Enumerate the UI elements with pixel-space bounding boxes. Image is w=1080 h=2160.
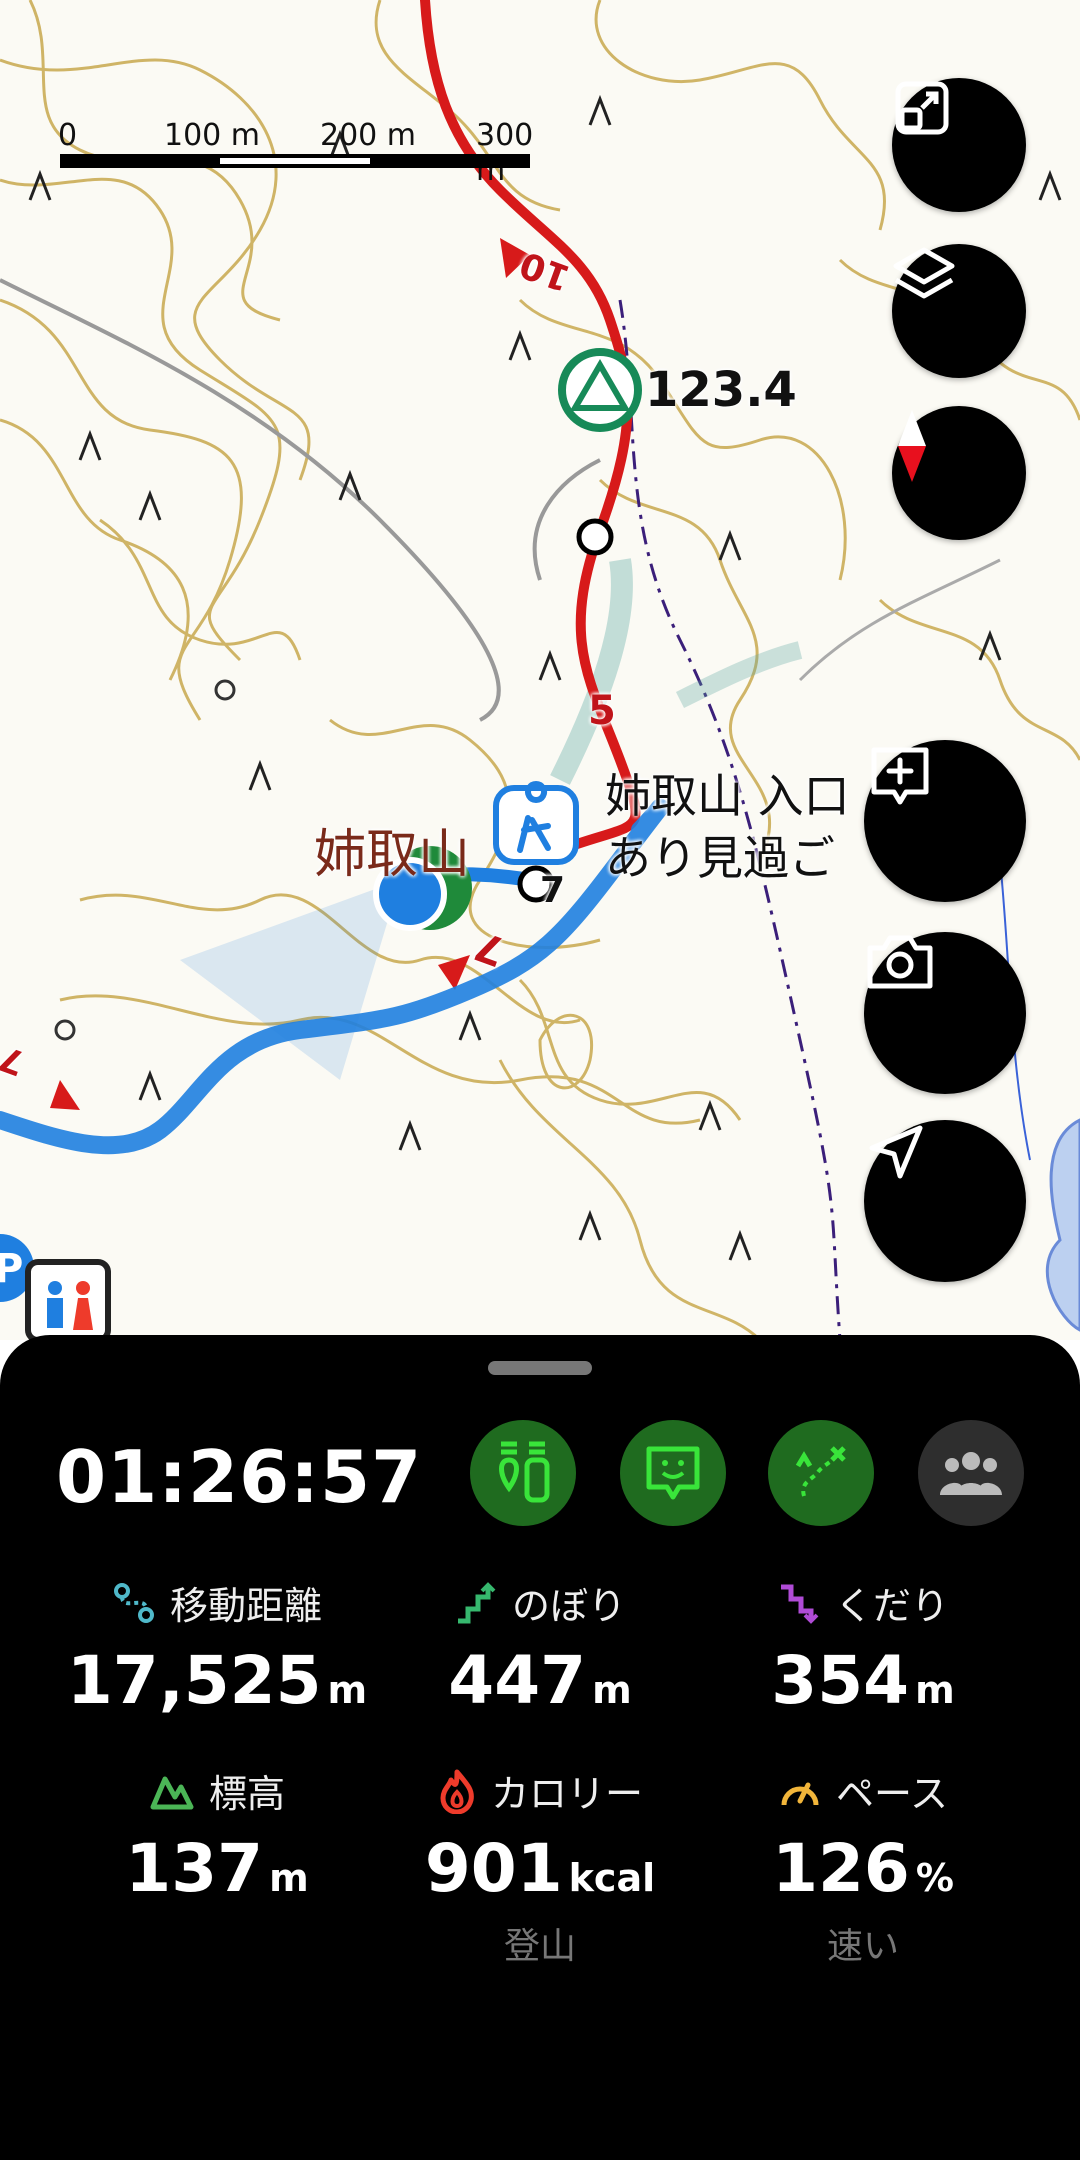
- flame-icon: [440, 1769, 474, 1814]
- descent-icon: [780, 1584, 819, 1624]
- gear-list-icon: [499, 1441, 550, 1503]
- smiley-bubble-icon: [646, 1446, 700, 1500]
- stat-ascent-label: のぼり: [511, 1584, 626, 1628]
- stat-pace-unit: %: [915, 1856, 954, 1900]
- stat-descent-value: 354: [771, 1642, 910, 1719]
- add-memo-icon: [871, 747, 929, 805]
- expand-arrows-icon: [895, 81, 949, 135]
- stat-pace-speed: 速い: [826, 1926, 899, 1967]
- route-button[interactable]: [768, 1420, 874, 1526]
- stat-calories: カロリー 901 kcal 登山: [375, 1763, 705, 1969]
- place-label: 姉取山: [314, 825, 471, 885]
- map-view[interactable]: P 0 100 m 200 m 300 m 123.4 10 5 7 7 姉取山…: [0, 0, 1080, 1340]
- route-icon: [113, 1582, 154, 1623]
- trail-marker-5: 5: [588, 688, 616, 734]
- compass-icon: [898, 410, 926, 482]
- stat-elevation: 標高 137 m: [52, 1763, 382, 1907]
- stat-distance-label: 移動距離: [169, 1584, 322, 1628]
- stat-pace-label: ペース: [835, 1772, 949, 1816]
- stat-distance-value: 17,525: [66, 1642, 322, 1719]
- add-memo-button[interactable]: [864, 740, 1026, 902]
- stat-pace: ペース 126% 速い: [698, 1763, 1028, 1969]
- stat-elevation-unit: m: [269, 1856, 309, 1900]
- note-label-line2: あり見過ご: [605, 831, 835, 885]
- group-icon: [940, 1452, 1002, 1495]
- elapsed-timer: 01:26:57: [56, 1435, 423, 1519]
- checklist-button[interactable]: [470, 1420, 576, 1526]
- stat-descent: くだり 354 m: [698, 1575, 1028, 1719]
- stat-elevation-value: 137: [125, 1830, 264, 1907]
- scale-label-300: 300 m: [476, 118, 534, 188]
- stat-pace-value: 126: [772, 1830, 910, 1907]
- route-plan-icon: [795, 1446, 846, 1497]
- my-location-button[interactable]: [864, 1120, 1026, 1282]
- stat-calories-value: 901: [424, 1830, 563, 1907]
- panel-drag-handle[interactable]: [488, 1361, 592, 1375]
- compass-button[interactable]: [892, 406, 1026, 540]
- group-button[interactable]: [918, 1420, 1024, 1526]
- scale-bar: 0 100 m 200 m 300 m: [58, 118, 534, 198]
- layers-button[interactable]: [892, 244, 1026, 378]
- stat-calories-activity: 登山: [503, 1926, 576, 1967]
- stat-ascent-value: 447: [448, 1642, 587, 1719]
- camera-button[interactable]: [864, 932, 1026, 1094]
- camera-icon: [867, 935, 933, 989]
- stat-distance: 移動距離 17,525 m: [52, 1575, 382, 1719]
- scale-label-100: 100 m: [164, 118, 261, 153]
- stat-elevation-label: 標高: [208, 1772, 285, 1816]
- speedometer-icon: [781, 1782, 819, 1805]
- scale-bar-segment: [220, 158, 370, 164]
- stat-ascent: のぼり 447 m: [375, 1575, 705, 1719]
- scale-label-0: 0: [58, 118, 78, 153]
- stat-descent-unit: m: [915, 1668, 955, 1712]
- memo-button[interactable]: [620, 1420, 726, 1526]
- layers-icon: [893, 247, 955, 299]
- stat-distance-unit: m: [327, 1668, 368, 1712]
- peak-elevation-label: 123.4: [645, 362, 797, 418]
- ascent-icon: [457, 1581, 496, 1623]
- note-label-line1: 姉取山 入口: [605, 769, 850, 823]
- fit-view-button[interactable]: [892, 78, 1026, 212]
- side-marker: 7: [540, 870, 566, 911]
- navigation-arrow-icon: [869, 1125, 923, 1179]
- elevation-icon: [150, 1776, 194, 1809]
- stat-calories-unit: kcal: [568, 1856, 656, 1900]
- activity-panel: 01:26:57 移動距離 17,525 m のぼり 447 m くだり 354…: [0, 1335, 1080, 2160]
- stat-descent-label: くだり: [834, 1584, 949, 1628]
- scale-label-200: 200 m: [320, 118, 417, 153]
- stat-calories-label: カロリー: [490, 1772, 643, 1816]
- stat-ascent-unit: m: [592, 1668, 632, 1712]
- svg-text:P: P: [0, 1246, 23, 1292]
